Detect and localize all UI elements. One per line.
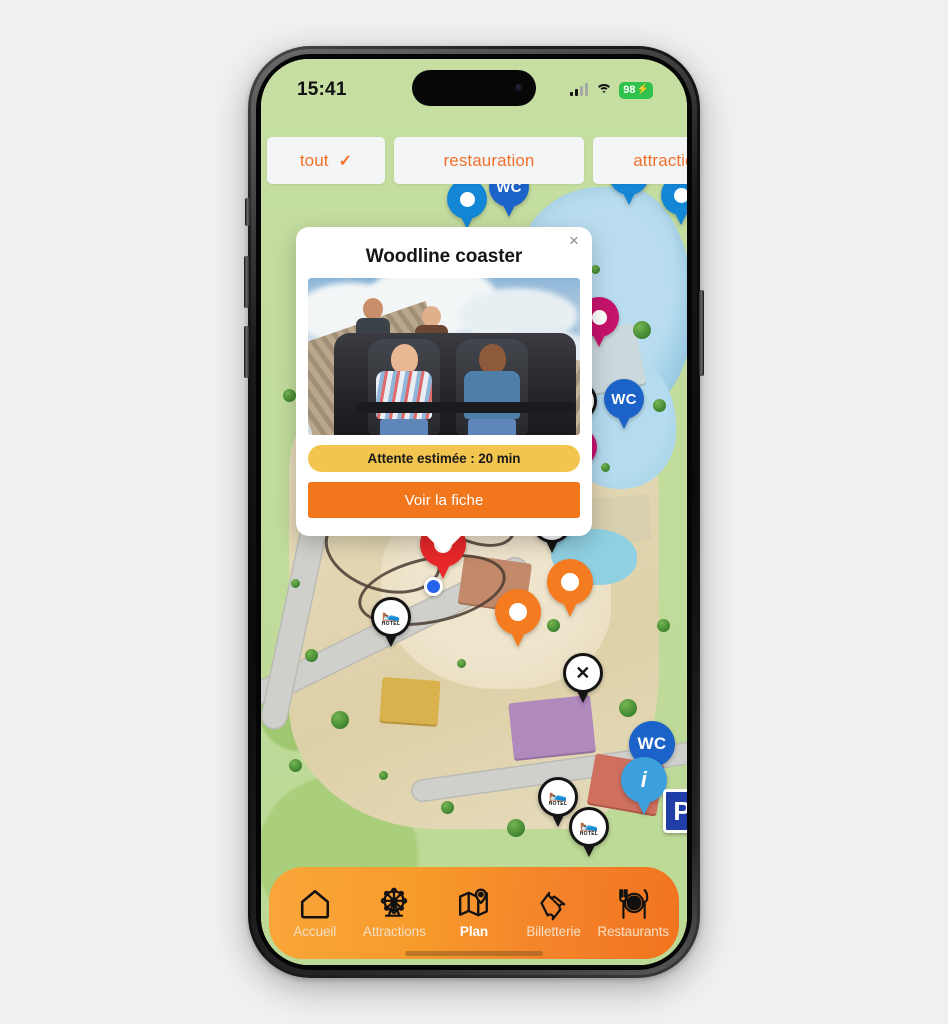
user-location-dot <box>424 577 443 596</box>
tab-label: Restaurants <box>597 924 670 939</box>
ferris-wheel-icon <box>376 887 412 921</box>
ticket-icon <box>536 887 572 921</box>
home-indicator <box>405 951 543 956</box>
filter-chip-label: restauration <box>443 150 535 170</box>
wait-time-badge: Attente estimée : 20 min <box>308 445 580 472</box>
tab-restaurants[interactable]: Restaurants <box>593 887 673 939</box>
map-marker-wc[interactable]: WC <box>604 379 644 431</box>
filter-chip-bar: tout ✓ restauration attractions <box>261 137 687 184</box>
map-pin-icon <box>456 887 492 921</box>
attraction-photo <box>308 278 580 435</box>
map-marker-generic[interactable] <box>447 179 487 231</box>
map-marker-attraction[interactable] <box>547 559 593 619</box>
filter-chip-restauration[interactable]: restauration <box>394 137 584 184</box>
tab-billetterie[interactable]: Billetterie <box>514 887 594 939</box>
screenshot-root: WC WC ✕ 🍦 <box>0 0 948 1024</box>
silence-switch[interactable] <box>245 198 250 226</box>
tab-label: Attractions <box>363 924 426 939</box>
map-marker-hotel[interactable]: 🛌 HOTEL <box>371 597 411 649</box>
power-button[interactable] <box>699 290 704 376</box>
battery-indicator: 98 ⚡ <box>619 81 653 99</box>
volume-down-button[interactable] <box>244 326 249 378</box>
map-marker-info[interactable]: i <box>621 757 667 817</box>
voir-la-fiche-button[interactable]: Voir la fiche <box>308 482 580 518</box>
check-icon: ✓ <box>338 152 353 170</box>
tab-label: Billetterie <box>526 924 581 939</box>
dynamic-island <box>412 70 536 106</box>
map-marker-restaurant[interactable]: ✕ <box>563 653 603 705</box>
volume-up-button[interactable] <box>244 256 249 308</box>
filter-chip-label: tout <box>299 150 329 170</box>
popup-title: Woodline coaster <box>365 246 523 267</box>
cellular-bars-icon <box>569 83 589 96</box>
cutlery-plate-icon <box>615 887 651 921</box>
bottom-tab-bar: Accueil Attractions Plan Billetterie Res… <box>269 867 679 959</box>
map-marker-parking[interactable]: P <box>663 789 687 833</box>
tab-accueil[interactable]: Accueil <box>275 887 355 939</box>
filter-chip-label: attractions <box>633 150 687 170</box>
phone-screen: WC WC ✕ 🍦 <box>261 59 687 965</box>
tab-label: Accueil <box>293 924 337 939</box>
map-building <box>379 677 441 725</box>
map-marker-attraction[interactable] <box>495 589 541 649</box>
home-icon <box>297 887 333 921</box>
tab-plan[interactable]: Plan <box>434 887 514 939</box>
attraction-popup-card: × Woodline coaster Attente estimée : 20 … <box>296 227 592 536</box>
tab-attractions[interactable]: Attractions <box>355 887 435 939</box>
battery-percent: 98 <box>623 84 636 96</box>
status-time: 15:41 <box>297 79 347 100</box>
filter-chip-tout[interactable]: tout ✓ <box>267 137 385 184</box>
tab-label: Plan <box>459 924 489 939</box>
filter-chip-attractions[interactable]: attractions <box>593 137 687 184</box>
charging-bolt-icon: ⚡ <box>636 84 649 95</box>
map-marker-hotel[interactable]: 🛌 HOTEL <box>569 807 609 859</box>
wifi-icon <box>595 83 613 97</box>
close-icon[interactable]: × <box>565 232 583 251</box>
